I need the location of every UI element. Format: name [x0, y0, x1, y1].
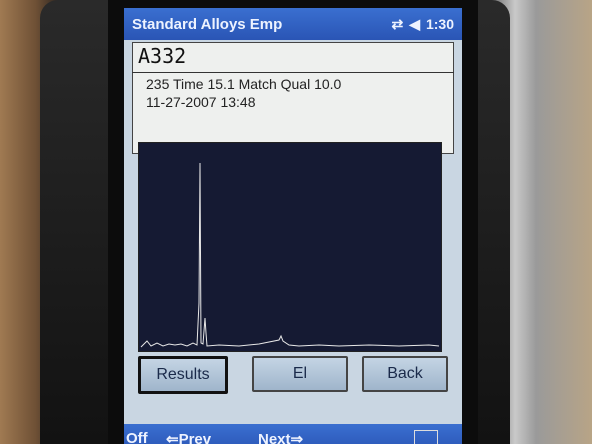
arrow-left-icon: ⇐ — [166, 431, 179, 444]
softkey-prev[interactable]: ⇐Prev — [166, 430, 211, 444]
spectrum-trace-svg — [140, 162, 440, 348]
app-title: Standard Alloys Emp — [132, 15, 283, 33]
alloy-grade: A332 — [138, 44, 187, 68]
divider — [132, 72, 454, 73]
status-area: ⇄ ◀︎ 1:30 — [391, 8, 454, 40]
connectivity-icon[interactable]: ⇄ — [391, 16, 403, 33]
softkey-next[interactable]: Next⇒ — [258, 430, 303, 444]
volume-icon[interactable]: ◀︎ — [409, 16, 420, 33]
device-screen: Standard Alloys Emp ⇄ ◀︎ 1:30 A332 235 T… — [124, 8, 462, 444]
timestamp-line: 11-27-2007 13:48 — [146, 94, 256, 110]
time-match-line: 235 Time 15.1 Match Qual 10.0 — [146, 76, 342, 92]
softkey-prev-label: Prev — [178, 431, 212, 444]
back-button[interactable]: Back — [362, 356, 448, 392]
arrow-right-icon: ⇒ — [290, 431, 304, 444]
title-bar: Standard Alloys Emp ⇄ ◀︎ 1:30 — [124, 8, 462, 40]
spectrum-plot — [138, 142, 442, 352]
clock[interactable]: 1:30 — [426, 16, 454, 32]
spectrum-trace — [140, 162, 440, 348]
results-button[interactable]: Results — [138, 356, 228, 394]
soft-key-bar: Off ⇐Prev Next⇒ — [124, 424, 462, 444]
keyboard-icon[interactable] — [414, 430, 438, 444]
softkey-off[interactable]: Off — [126, 430, 148, 444]
el-button[interactable]: El — [252, 356, 348, 392]
softkey-next-label: Next — [258, 431, 291, 444]
